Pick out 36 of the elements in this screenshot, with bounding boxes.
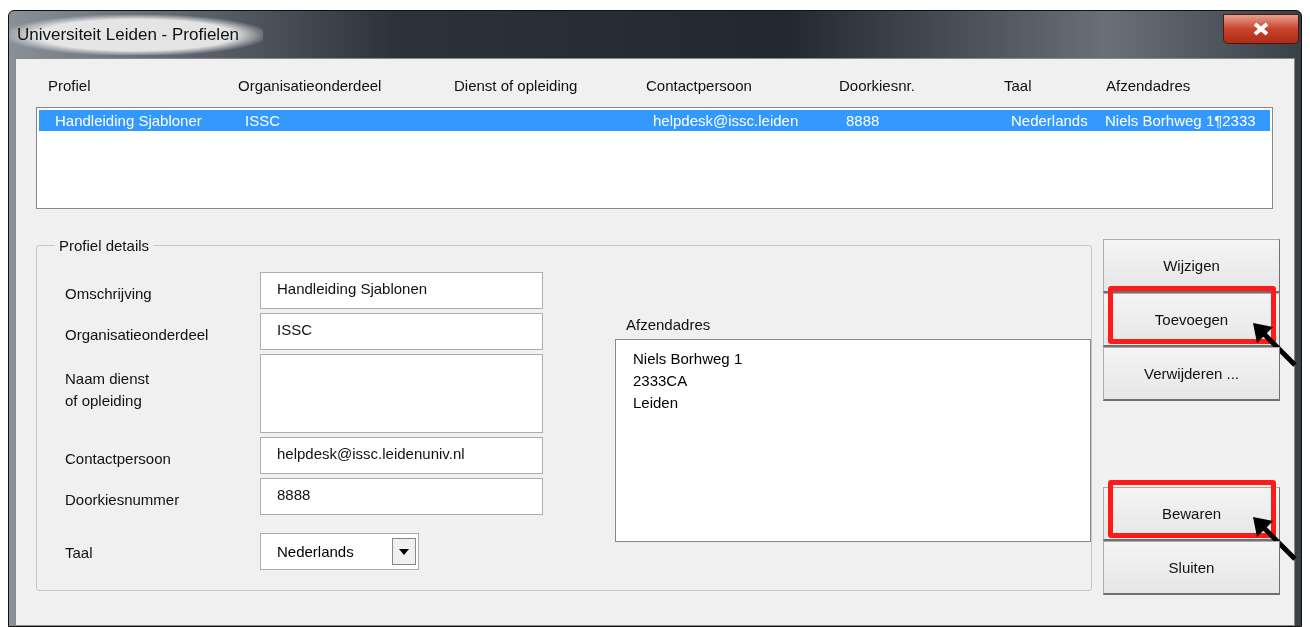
text-area[interactable]: Niels Borhweg 1 2333CA Leiden [615, 339, 1091, 542]
field-label: Naam dienst of opleiding [65, 369, 151, 411]
list-cell-text: Handleiding Sjabloner [54, 112, 203, 129]
list-cell-text: Niels Borhweg 1¶2333 [1104, 112, 1257, 129]
list-cell-text: helpdesk@issc.leiden [652, 112, 800, 129]
dialog-button[interactable]: Verwijderen ... [1103, 347, 1280, 401]
field-label: Taal [65, 543, 94, 563]
input-field[interactable]: 8888 [260, 478, 543, 515]
column-header[interactable]: Afzendadres [1094, 77, 1264, 97]
list-cell-text: 8888 [845, 112, 881, 129]
field-label: Omschrijving [65, 284, 153, 304]
column-header[interactable]: Doorkiesnr. [827, 77, 992, 97]
column-header[interactable]: Dienst of opleiding [442, 77, 634, 97]
window-title: Universiteit Leiden - Profielen [9, 14, 264, 55]
pointer-arrow [1253, 323, 1297, 367]
close-icon [1252, 22, 1270, 36]
column-header[interactable]: Organisatieonderdeel [226, 77, 442, 97]
dropdown[interactable]: Nederlands [260, 533, 419, 570]
list-cell-text: ISSC [244, 112, 281, 129]
list-cell-text: Nederlands [1010, 112, 1089, 129]
input-field[interactable]: helpdesk@issc.leidenuniv.nl [260, 437, 543, 474]
dropdown-arrow-icon [399, 548, 409, 555]
dialog-button[interactable]: Sluiten [1103, 541, 1280, 595]
group-title: Profiel details [58, 237, 151, 254]
input-field[interactable]: Handleiding Sjablonen [260, 272, 543, 309]
field-label: Organisatieonderdeel [65, 325, 210, 345]
column-header[interactable]: Taal [992, 77, 1094, 97]
pointer-arrow [1253, 517, 1297, 561]
input-field[interactable]: ISSC [260, 313, 543, 350]
column-header[interactable]: Profiel [36, 77, 226, 97]
field-label: Afzendadres [625, 316, 712, 333]
field-label: Contactpersoon [65, 449, 172, 469]
column-header[interactable]: Contactpersoon [634, 77, 827, 97]
dialog-button[interactable]: Wijzigen [1103, 239, 1280, 293]
close-button[interactable] [1223, 14, 1299, 44]
field-label: Doorkiesnummer [65, 490, 181, 510]
